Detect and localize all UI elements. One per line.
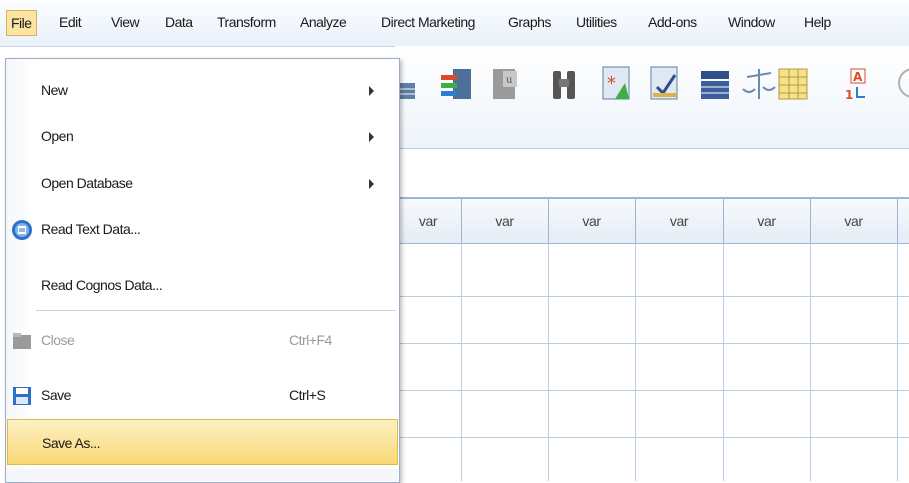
grid-row-line (395, 437, 909, 438)
menu-direct-marketing[interactable]: Direct Marketing (380, 13, 476, 31)
menu-item-label: Open (41, 128, 74, 144)
menu-window[interactable]: Window (727, 13, 776, 31)
grid-row-line (395, 343, 909, 344)
grid-row-line (395, 390, 909, 391)
menu-data[interactable]: Data (164, 13, 194, 31)
menu-bar: File Edit View Data Transform Analyze Di… (0, 0, 909, 47)
menu-item-new[interactable]: New (7, 67, 398, 113)
menu-item-open-database[interactable]: Open Database (7, 160, 398, 206)
balance-scale-icon[interactable] (741, 61, 777, 107)
grid-col-line (635, 243, 636, 481)
sort-az-icon[interactable]: A1 (841, 61, 877, 107)
svg-text:*: * (607, 73, 616, 94)
menu-item-label: Save (41, 387, 71, 403)
menu-utilities[interactable]: Utilities (575, 13, 618, 31)
menu-edit[interactable]: Edit (58, 13, 82, 31)
insert-variable-icon[interactable] (439, 61, 475, 107)
menu-file[interactable]: File (6, 10, 37, 36)
column-header[interactable]: var (395, 199, 462, 243)
menu-item-read-text-data[interactable]: Read Text Data... (7, 206, 398, 252)
menu-item-close: Close Ctrl+F4 (7, 317, 398, 363)
grid-column-headers: var var var var var var (395, 199, 909, 244)
svg-text:1: 1 (845, 88, 853, 102)
menu-item-label: Save As... (42, 435, 101, 451)
menu-view[interactable]: View (110, 13, 140, 31)
menu-item-shortcut: Ctrl+F4 (289, 332, 332, 348)
grid-col-line (723, 243, 724, 481)
menu-item-read-cognos-data[interactable]: Read Cognos Data... (7, 262, 398, 308)
data-table-icon[interactable] (699, 61, 735, 107)
submenu-arrow-icon (369, 132, 374, 142)
select-cases-icon[interactable]: * (599, 61, 635, 107)
grid-row-line (395, 296, 909, 297)
split-file-icon[interactable]: u (489, 61, 525, 107)
grid-col-line (810, 243, 811, 481)
save-floppy-icon (11, 385, 33, 407)
column-header[interactable]: var (810, 199, 898, 243)
menu-graphs[interactable]: Graphs (507, 13, 552, 31)
menu-item-label: Read Cognos Data... (41, 277, 163, 293)
menu-bottom-edge (7, 469, 398, 481)
menu-separator (36, 310, 396, 311)
toolbar: u * A1 (395, 46, 909, 149)
value-labels-icon[interactable] (647, 61, 683, 107)
column-header[interactable]: var (548, 199, 636, 243)
cell-editor-bar[interactable] (395, 149, 909, 199)
close-folder-icon (11, 330, 33, 352)
circle-partial-icon[interactable] (885, 61, 909, 107)
menu-transform[interactable]: Transform (216, 13, 277, 31)
column-header[interactable]: var (723, 199, 811, 243)
grid-col-line (461, 243, 462, 481)
menu-item-label: Close (41, 332, 75, 348)
menu-item-shortcut: Ctrl+S (289, 387, 326, 403)
menu-add-ons[interactable]: Add-ons (647, 13, 698, 31)
menu-analyze[interactable]: Analyze (299, 13, 347, 31)
menu-item-open[interactable]: Open (7, 113, 398, 159)
grid-col-line (548, 243, 549, 481)
column-header[interactable]: var (635, 199, 724, 243)
read-text-data-icon (11, 219, 33, 241)
column-header[interactable]: var (461, 199, 549, 243)
svg-text:u: u (506, 75, 513, 86)
menu-item-label: Read Text Data... (41, 221, 141, 237)
menu-item-save-as[interactable]: Save As... (7, 419, 398, 465)
submenu-arrow-icon (369, 86, 374, 96)
menu-item-save[interactable]: Save Ctrl+S (7, 372, 398, 418)
menu-item-label: Open Database (41, 175, 133, 191)
submenu-arrow-icon (369, 179, 374, 189)
grid-col-line (897, 243, 898, 481)
grid-yellow-icon[interactable] (777, 61, 813, 107)
menu-item-label: New (41, 82, 68, 98)
svg-text:A: A (853, 70, 863, 84)
find-binoculars-icon[interactable] (547, 61, 583, 107)
insert-cases-icon[interactable] (395, 61, 431, 107)
menu-help[interactable]: Help (803, 13, 832, 31)
file-menu-dropdown: New Open Open Database Read Text Data...… (5, 58, 400, 483)
